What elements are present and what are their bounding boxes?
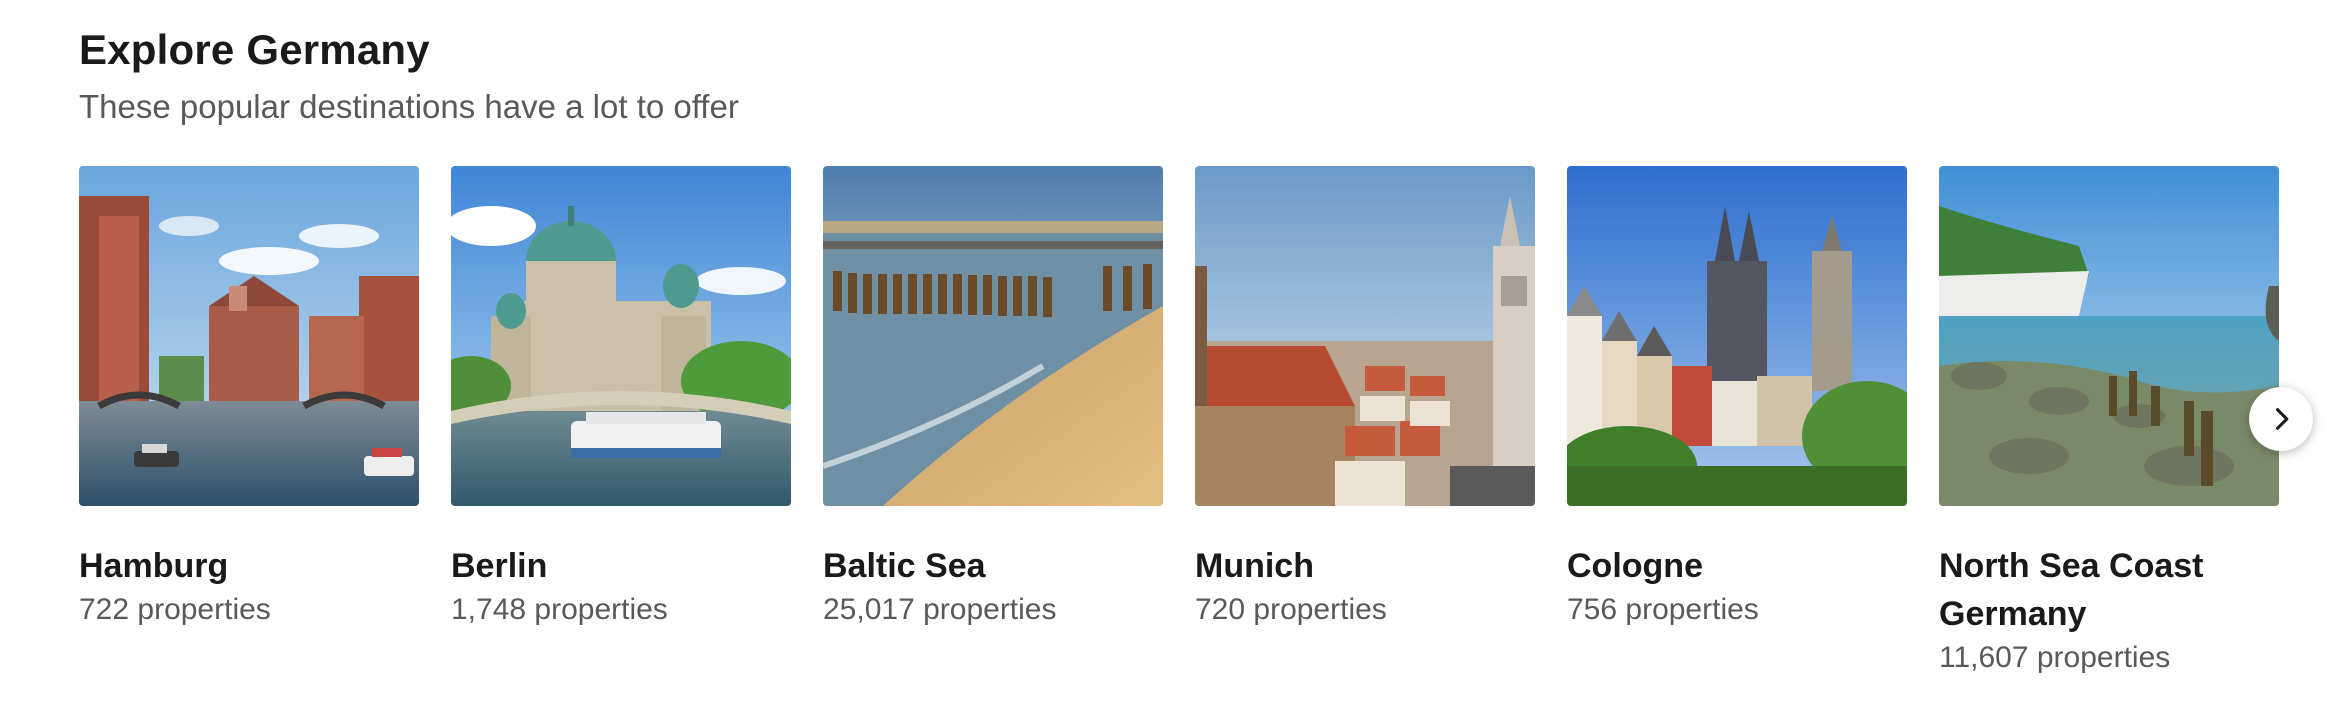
property-count: 722 properties [79,593,271,626]
destination-name: Cologne [1567,547,1703,585]
destination-card-berlin[interactable]: Berlin 1,748 properties [451,166,791,630]
destination-image-north-sea-coast[interactable] [1939,166,2279,506]
property-count: 720 properties [1195,593,1387,626]
destination-card-north-sea-coast-germany[interactable]: North Sea Coast Germany 11,607 propertie… [1939,166,2279,678]
destination-name: Baltic Sea [823,547,986,585]
destination-carousel: Hamburg 722 properties Berlin 1,748 prop… [79,166,2279,686]
destination-card-cologne[interactable]: Cologne 756 properties [1567,166,1907,630]
destination-image-munich[interactable] [1195,166,1535,506]
destination-image-cologne[interactable] [1567,166,1907,506]
destination-image-baltic-sea[interactable] [823,166,1163,506]
explore-germany-section: Explore Germany These popular destinatio… [0,0,2352,724]
destination-name: Hamburg [79,547,229,585]
section-title: Explore Germany [79,26,430,73]
destination-image-hamburg[interactable] [79,166,419,506]
destination-name: Berlin [451,547,548,585]
destination-card-baltic-sea[interactable]: Baltic Sea 25,017 properties [823,166,1163,630]
property-count: 25,017 properties [823,593,1057,626]
chevron-right-icon [2275,408,2289,430]
property-count: 756 properties [1567,593,1759,626]
carousel-next-button[interactable] [2249,387,2313,451]
property-count: 11,607 properties [1939,641,2171,674]
destination-card-munich[interactable]: Munich 720 properties [1195,166,1535,630]
destination-card-hamburg[interactable]: Hamburg 722 properties [79,166,419,630]
destination-name: North Sea Coast Germany [1939,547,2204,633]
destination-image-berlin[interactable] [451,166,791,506]
section-subtitle: These popular destinations have a lot to… [79,88,739,125]
property-count: 1,748 properties [451,593,668,626]
destination-name: Munich [1195,547,1314,585]
